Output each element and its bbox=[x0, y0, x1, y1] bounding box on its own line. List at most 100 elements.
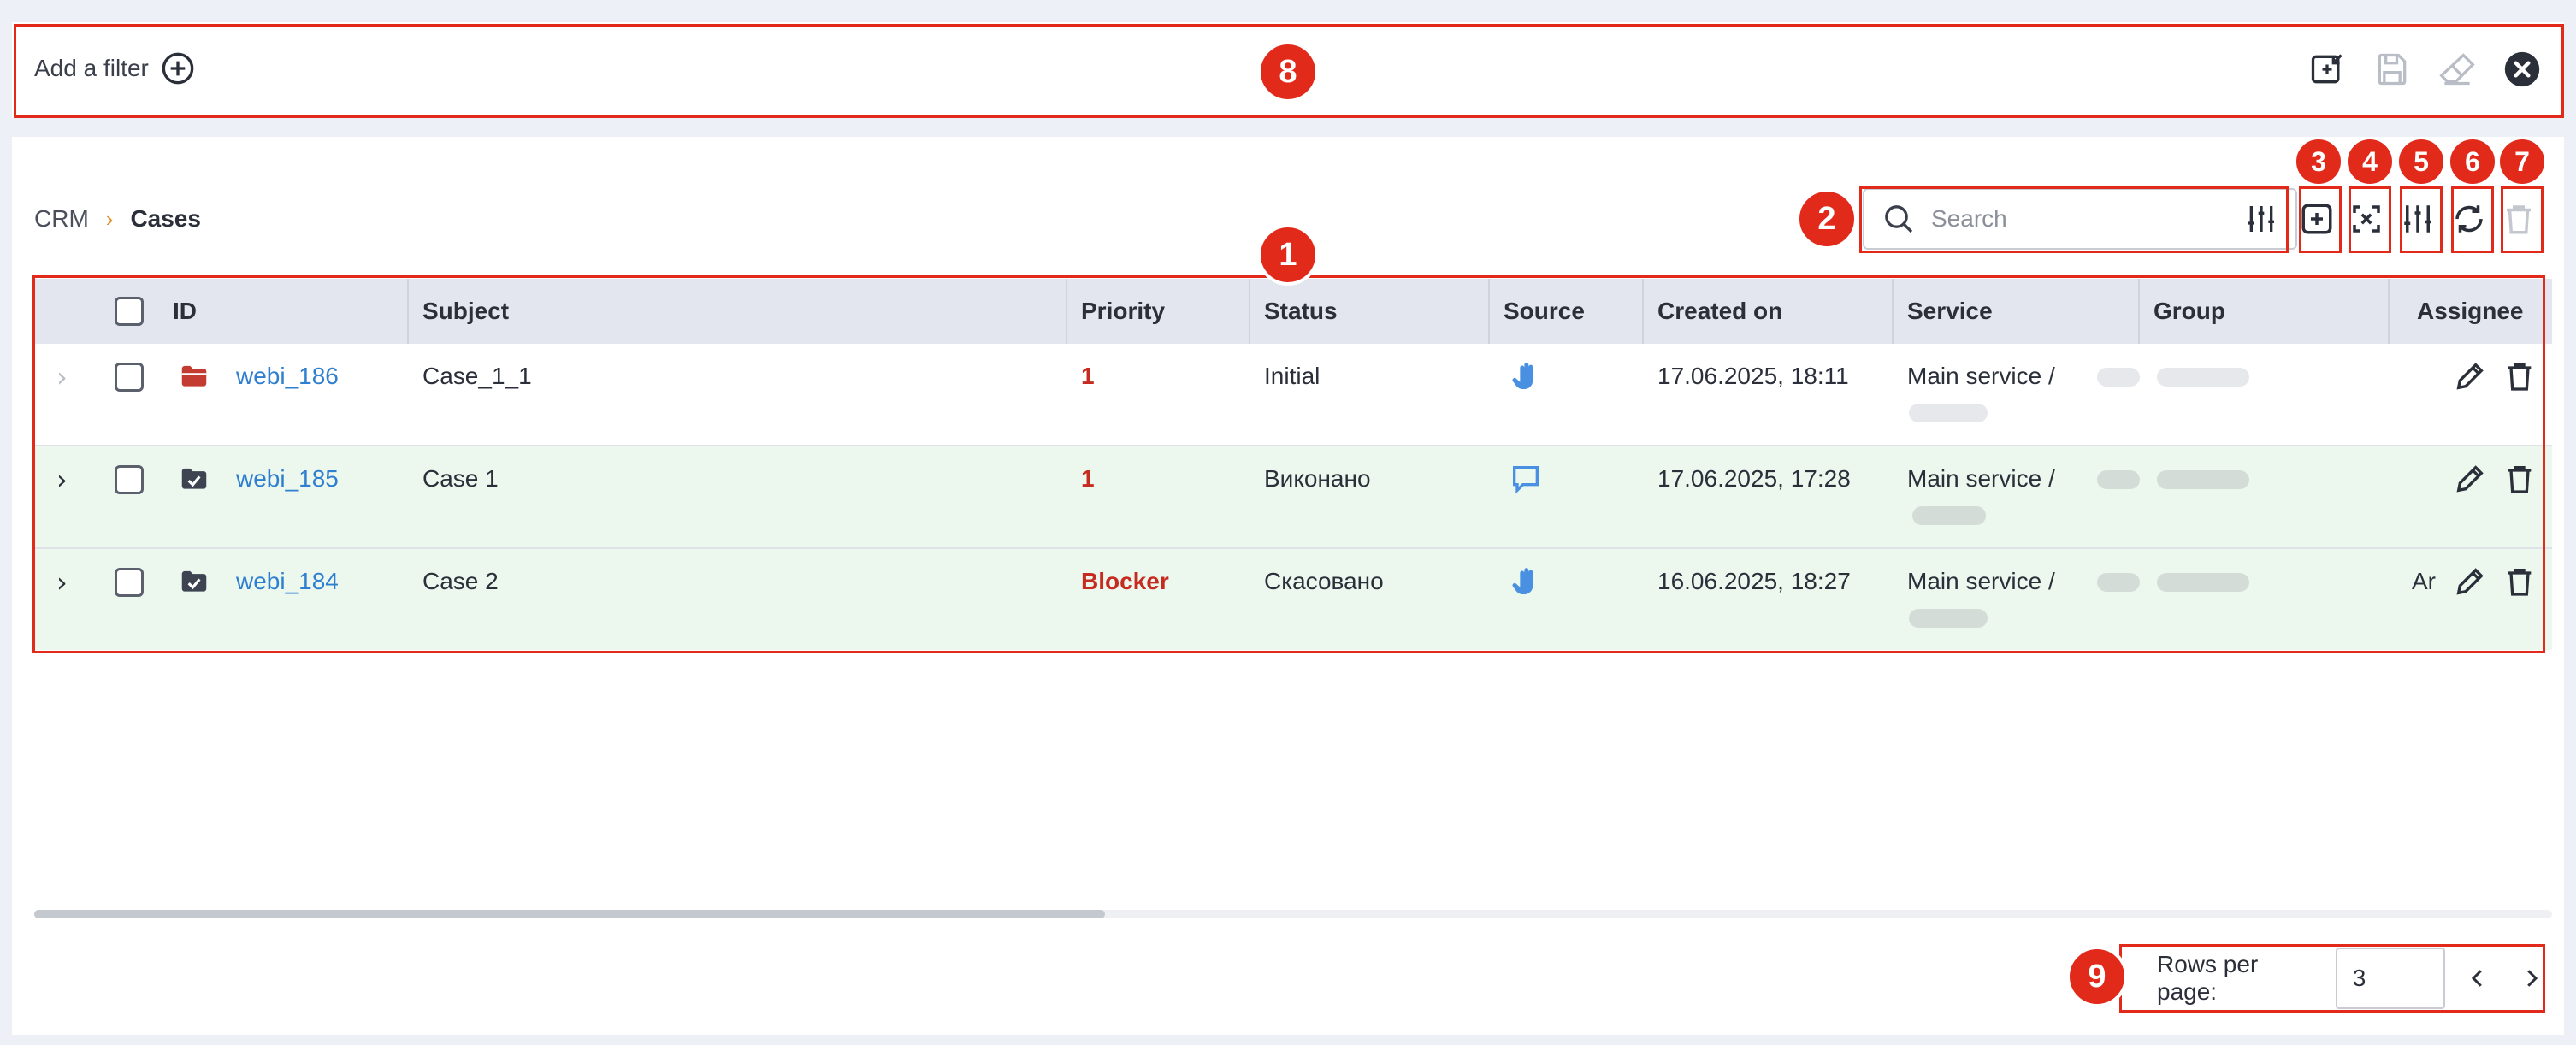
case-status: Скасовано bbox=[1264, 568, 1384, 594]
table-row[interactable]: › webi_185 Case 1 1 Виконано 17.06.2025,… bbox=[34, 446, 2552, 549]
case-id-link[interactable]: webi_184 bbox=[236, 568, 339, 595]
plus-circle-icon bbox=[162, 52, 194, 85]
row-checkbox[interactable] bbox=[115, 568, 144, 597]
next-page-button[interactable] bbox=[2509, 953, 2554, 1004]
scrollbar-thumb[interactable] bbox=[34, 910, 1105, 918]
refresh-button[interactable] bbox=[2446, 192, 2492, 246]
pencil-icon[interactable] bbox=[2453, 462, 2487, 496]
expand-rows-button[interactable] bbox=[2343, 192, 2390, 246]
rows-per-page-label: Rows per page: bbox=[2157, 951, 2259, 1005]
case-priority: Blocker bbox=[1081, 568, 1169, 594]
row-checkbox[interactable] bbox=[115, 465, 144, 494]
case-created-on: 17.06.2025, 18:11 bbox=[1657, 363, 1849, 389]
case-subject: Case_1_1 bbox=[422, 363, 532, 389]
select-all-checkbox[interactable] bbox=[115, 297, 144, 326]
columns-settings-icon bbox=[2404, 205, 2431, 233]
annotation-badge: 5 bbox=[2396, 137, 2446, 186]
delete-icon bbox=[2507, 205, 2531, 234]
blurred-group bbox=[2157, 573, 2249, 592]
expand-row-chevron-icon[interactable]: › bbox=[56, 361, 68, 393]
trash-icon[interactable] bbox=[2502, 462, 2537, 496]
hand-icon bbox=[1512, 363, 1533, 390]
save-filter-button[interactable] bbox=[2372, 50, 2412, 89]
case-subject: Case 2 bbox=[422, 568, 499, 594]
col-id[interactable]: ID bbox=[173, 279, 197, 344]
case-closed-icon bbox=[181, 468, 207, 489]
chevron-left-icon bbox=[2471, 970, 2482, 987]
expand-row-chevron-icon[interactable]: › bbox=[56, 463, 68, 496]
case-service: Main service / bbox=[1907, 363, 2055, 389]
case-priority: 1 bbox=[1081, 363, 1095, 389]
case-created-on: 16.06.2025, 18:27 bbox=[1657, 568, 1851, 594]
blurred-text bbox=[1909, 404, 1988, 422]
col-created-on[interactable]: Created on bbox=[1657, 279, 1782, 344]
col-priority[interactable]: Priority bbox=[1081, 279, 1165, 344]
refresh-icon bbox=[2455, 205, 2483, 233]
add-filter-label: Add a filter bbox=[34, 55, 149, 81]
case-service: Main service / bbox=[1907, 568, 2055, 594]
delete-selected-button[interactable] bbox=[2496, 192, 2542, 246]
case-created-on: 17.06.2025, 17:28 bbox=[1657, 465, 1851, 492]
annotation-badge: 6 bbox=[2448, 137, 2497, 186]
col-source[interactable]: Source bbox=[1504, 279, 1585, 344]
trash-icon[interactable] bbox=[2502, 564, 2537, 599]
search-settings-icon[interactable] bbox=[2244, 202, 2278, 236]
chat-icon bbox=[1513, 466, 1539, 494]
breadcrumb-crm[interactable]: CRM bbox=[34, 205, 89, 233]
prev-page-button[interactable] bbox=[2455, 953, 2500, 1004]
table-header: ID Subject Priority Status Source Create… bbox=[34, 279, 2552, 344]
col-service[interactable]: Service bbox=[1907, 279, 1993, 344]
import-filter-icon bbox=[2311, 54, 2343, 84]
case-id-link[interactable]: webi_185 bbox=[236, 465, 339, 493]
table-row[interactable]: › webi_184 Case 2 Blocker Скасовано 16.0… bbox=[34, 549, 2552, 650]
clear-filter-button[interactable] bbox=[2437, 50, 2477, 89]
case-status: Initial bbox=[1264, 363, 1320, 389]
hand-icon bbox=[1512, 568, 1533, 595]
row-checkbox[interactable] bbox=[115, 363, 144, 392]
eraser-icon bbox=[2439, 53, 2475, 86]
chevron-right-icon bbox=[2527, 970, 2538, 987]
blurred-group bbox=[2157, 368, 2249, 387]
col-group[interactable]: Group bbox=[2154, 279, 2225, 344]
annotation-badge: 8 bbox=[1257, 41, 1319, 103]
col-subject[interactable]: Subject bbox=[422, 279, 509, 344]
search-input[interactable] bbox=[1931, 205, 2229, 233]
col-assignee[interactable]: Assignee bbox=[2417, 279, 2524, 344]
rows-per-page-input[interactable] bbox=[2335, 948, 2445, 1009]
blurred-text bbox=[1909, 609, 1988, 628]
add-icon bbox=[2301, 204, 2332, 234]
search-icon bbox=[1885, 205, 1913, 233]
save-filter-icon bbox=[2378, 53, 2407, 86]
close-filter-button[interactable] bbox=[2502, 50, 2542, 89]
cases-table: ID Subject Priority Status Source Create… bbox=[34, 279, 2552, 650]
annotation-badge: 4 bbox=[2345, 137, 2395, 186]
pencil-icon[interactable] bbox=[2453, 359, 2487, 393]
table-row[interactable]: › webi_186 Case_1_1 1 Initial 17.06.2025… bbox=[34, 344, 2552, 446]
blurred-text bbox=[2097, 573, 2140, 592]
breadcrumb: CRM › Cases bbox=[34, 205, 201, 233]
case-subject: Case 1 bbox=[422, 465, 499, 492]
case-folder-icon bbox=[181, 365, 207, 387]
col-status[interactable]: Status bbox=[1264, 279, 1338, 344]
column-settings-button[interactable] bbox=[2395, 192, 2441, 246]
breadcrumb-current: Cases bbox=[130, 205, 201, 232]
expand-icon bbox=[2353, 205, 2380, 233]
horizontal-scrollbar[interactable] bbox=[34, 910, 2552, 918]
blurred-group bbox=[2157, 470, 2249, 489]
case-id-link[interactable]: webi_186 bbox=[236, 363, 339, 390]
add-case-button[interactable] bbox=[2294, 192, 2340, 246]
case-priority: 1 bbox=[1081, 465, 1095, 492]
pencil-icon[interactable] bbox=[2453, 564, 2487, 599]
annotation-badge: 9 bbox=[2066, 946, 2128, 1007]
annotation-badge: 3 bbox=[2294, 137, 2343, 186]
breadcrumb-separator: › bbox=[105, 205, 114, 232]
trash-icon[interactable] bbox=[2502, 359, 2537, 393]
expand-row-chevron-icon[interactable]: › bbox=[56, 566, 68, 599]
import-filter-button[interactable] bbox=[2307, 50, 2347, 89]
add-filter-button[interactable]: Add a filter bbox=[34, 51, 195, 86]
case-status: Виконано bbox=[1264, 465, 1371, 492]
case-closed-icon bbox=[181, 570, 207, 592]
annotation-badge: 2 bbox=[1796, 188, 1858, 250]
case-assignee: Ar bbox=[2412, 568, 2436, 594]
pagination: Rows per page: bbox=[2126, 946, 2554, 1011]
